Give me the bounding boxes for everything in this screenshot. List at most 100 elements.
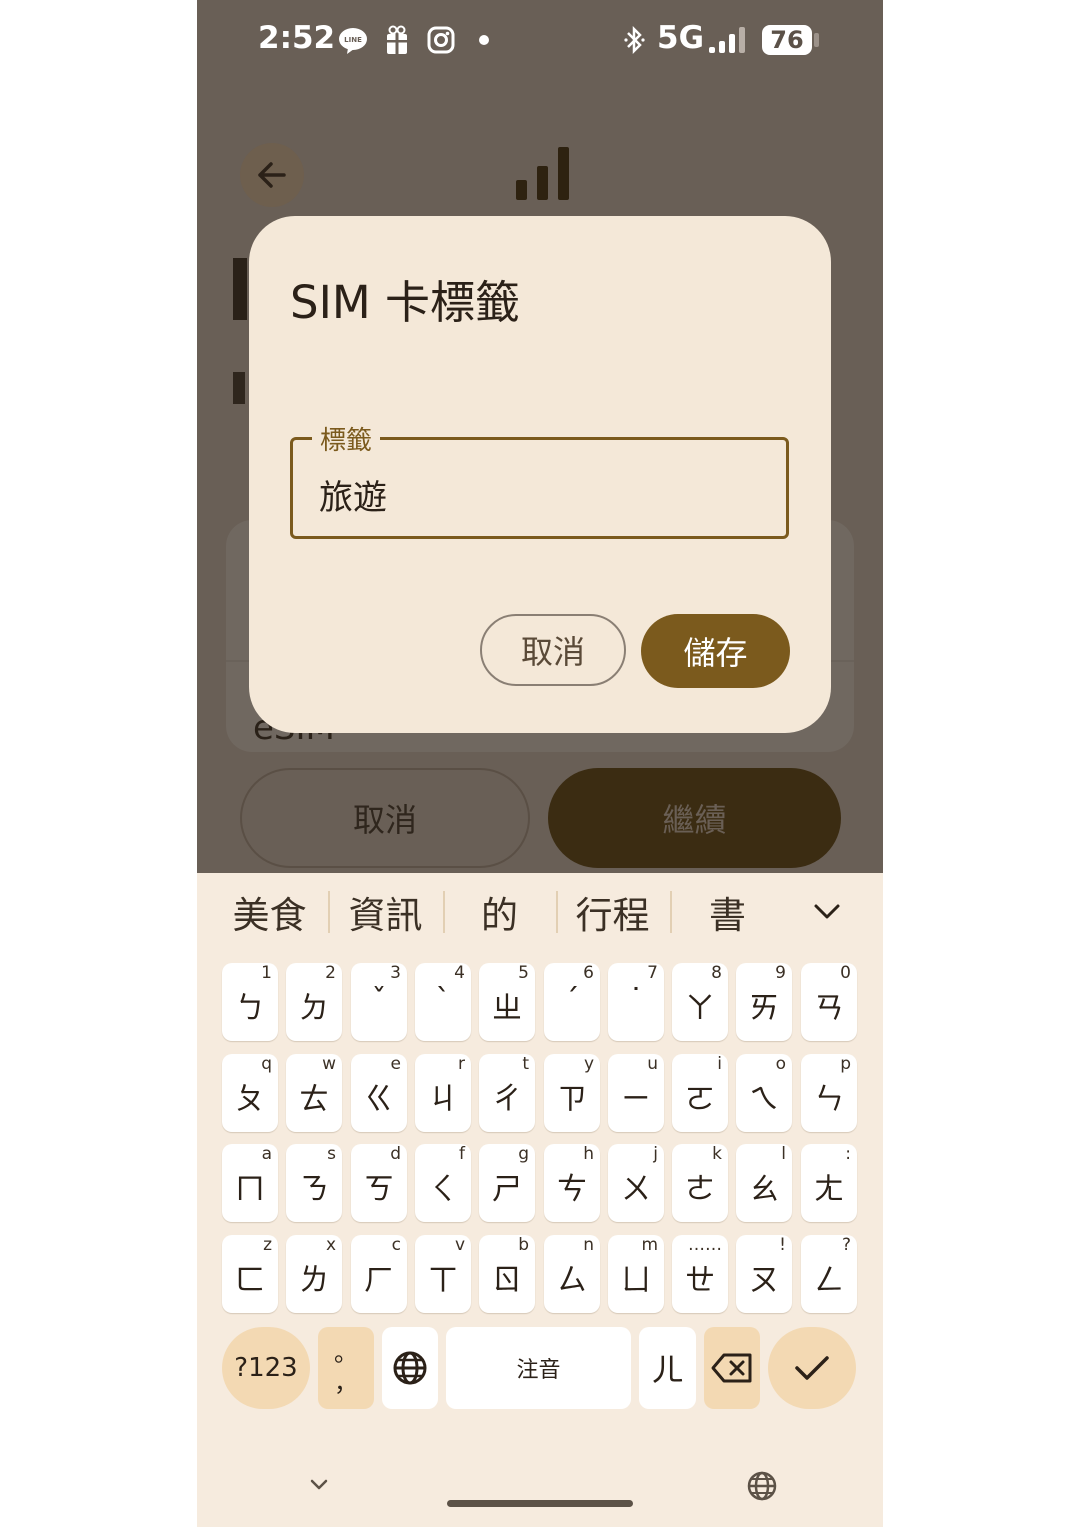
key-7[interactable]: ˙ 7	[608, 963, 664, 1041]
punctuation-key-bottom: ，	[334, 1369, 358, 1397]
suggestion-item[interactable]: 資訊	[343, 885, 428, 937]
key-?[interactable]: ㄥ?	[801, 1235, 857, 1313]
key-hint: n	[583, 1235, 594, 1255]
suggestion-item[interactable]: 的	[457, 885, 542, 937]
key-4[interactable]: ˋ4	[415, 963, 471, 1041]
label-text-field[interactable]: 標籤 旅遊	[290, 420, 789, 539]
key-label: ㄓ	[492, 991, 522, 1026]
key-n[interactable]: ㄙn	[544, 1235, 600, 1313]
language-switch-key[interactable]	[382, 1327, 438, 1409]
backspace-icon	[711, 1353, 752, 1383]
key-label: ㄇ	[235, 1172, 265, 1207]
suggestion-item[interactable]: 書	[685, 885, 770, 937]
key-:[interactable]: ㄤ:	[801, 1144, 857, 1222]
key-label: ㄑ	[428, 1172, 458, 1207]
key-v[interactable]: ㄒv	[415, 1235, 471, 1313]
key-hint: :	[845, 1144, 851, 1164]
key-u[interactable]: ㄧu	[608, 1054, 664, 1132]
key-label: ㄉ	[299, 991, 329, 1026]
key-8[interactable]: ㄚ8	[672, 963, 728, 1041]
sim-label-dialog: SIM 卡標籤 標籤 旅遊 取消 儲存	[249, 216, 831, 733]
key-hint: z	[263, 1235, 272, 1255]
suggestion-item[interactable]: 美食	[227, 885, 312, 937]
key-hint: u	[647, 1054, 658, 1074]
space-key[interactable]: 注音	[446, 1327, 631, 1409]
key-x[interactable]: ㄌx	[286, 1235, 342, 1313]
signal-bars-icon	[516, 147, 569, 200]
globe-icon[interactable]	[746, 1470, 778, 1502]
back-button[interactable]	[240, 143, 304, 207]
key-r[interactable]: ㄐr	[415, 1054, 471, 1132]
key-hint: w	[322, 1054, 336, 1074]
key-label: ㄧ	[621, 1082, 651, 1117]
key-hint: !	[779, 1235, 786, 1255]
key-label: ㄣ	[814, 1082, 844, 1117]
suggestion-divider	[443, 891, 445, 933]
cancel-button[interactable]: 取消	[480, 614, 626, 686]
key-ellipsis[interactable]: ㄝ ……	[672, 1235, 728, 1313]
key-label: ㄗ	[557, 1082, 587, 1117]
key-0[interactable]: ㄢ0	[801, 963, 857, 1041]
key-hint: v	[454, 1235, 465, 1255]
key-label: ㄎ	[364, 1172, 394, 1207]
key-hint: f	[459, 1144, 465, 1164]
key-q[interactable]: ㄆq	[222, 1054, 278, 1132]
key-o[interactable]: ㄟo	[736, 1054, 792, 1132]
key-w[interactable]: ㄊw	[286, 1054, 342, 1132]
key-2[interactable]: ㄉ2	[286, 963, 342, 1041]
key-i[interactable]: ㄛi	[672, 1054, 728, 1132]
key-5[interactable]: ㄓ5	[479, 963, 535, 1041]
key-h[interactable]: ㄘh	[544, 1144, 600, 1222]
key-hint: 3	[390, 963, 401, 983]
label-field-value[interactable]: 旅遊	[319, 470, 387, 519]
key-![interactable]: ㄡ!	[736, 1235, 792, 1313]
key-a[interactable]: ㄇa	[222, 1144, 278, 1222]
key-f[interactable]: ㄑf	[415, 1144, 471, 1222]
key-e[interactable]: ㄍe	[351, 1054, 407, 1132]
key-hint: j	[653, 1144, 658, 1164]
suggestion-item[interactable]: 行程	[570, 885, 655, 937]
dialog-title: SIM 卡標籤	[290, 276, 520, 329]
chevron-down-icon[interactable]	[809, 893, 845, 929]
home-indicator[interactable]	[447, 1500, 633, 1507]
key-c[interactable]: ㄏc	[351, 1235, 407, 1313]
punctuation-key[interactable]: 。 ，	[318, 1327, 374, 1409]
key-1[interactable]: ㄅ1	[222, 963, 278, 1041]
key-hint: g	[518, 1144, 529, 1164]
symbols-key[interactable]: ?123	[222, 1327, 310, 1409]
key-er[interactable]: ㄦ	[639, 1327, 696, 1409]
key-j[interactable]: ㄨj	[608, 1144, 664, 1222]
backspace-key[interactable]	[704, 1327, 760, 1409]
zhuyin-keyboard: 美食 資訊 的 行程 書 ?123 。 ， 注音 ㄦ ㄅ 1 ㄉ 2 ˇ 3 ˋ…	[197, 873, 883, 1527]
key-p[interactable]: ㄣp	[801, 1054, 857, 1132]
key-t[interactable]: ㄔt	[479, 1054, 535, 1132]
signal-icon	[709, 27, 745, 53]
key-l[interactable]: ㄠl	[736, 1144, 792, 1222]
key-3[interactable]: ˇ3	[351, 963, 407, 1041]
label-field-label: 標籤	[312, 420, 381, 457]
save-button[interactable]: 儲存	[641, 614, 790, 688]
key-b[interactable]: ㄖb	[479, 1235, 535, 1313]
key-label: ㄍ	[364, 1082, 394, 1117]
key-m[interactable]: ㄩm	[608, 1235, 664, 1313]
keyboard-hide-icon[interactable]	[304, 1473, 334, 1497]
key-z[interactable]: ㄈz	[222, 1235, 278, 1313]
key-hint: 7	[647, 963, 658, 983]
key-label: ㄊ	[299, 1082, 329, 1117]
key-hint: 9	[775, 963, 786, 983]
background-continue-button: 繼續	[548, 768, 841, 868]
enter-key[interactable]	[768, 1327, 856, 1409]
key-9[interactable]: ㄞ9	[736, 963, 792, 1041]
svg-text:LINE: LINE	[344, 36, 362, 44]
key-s[interactable]: ㄋs	[286, 1144, 342, 1222]
key-g[interactable]: ㄕg	[479, 1144, 535, 1222]
key-hint: s	[327, 1144, 336, 1164]
key-6[interactable]: ˊ6	[544, 963, 600, 1041]
background-app-scrim: 2:52 LINE 5G 76 取消 繼續 SIM 卡標籤 標籤 旅遊 取消 儲…	[197, 0, 883, 873]
key-label: ˙	[628, 983, 644, 1018]
key-y[interactable]: ㄗy	[544, 1054, 600, 1132]
key-hint: c	[391, 1235, 401, 1255]
key-d[interactable]: ㄎd	[351, 1144, 407, 1222]
key-k[interactable]: ㄜk	[672, 1144, 728, 1222]
key-hint: o	[775, 1054, 786, 1074]
